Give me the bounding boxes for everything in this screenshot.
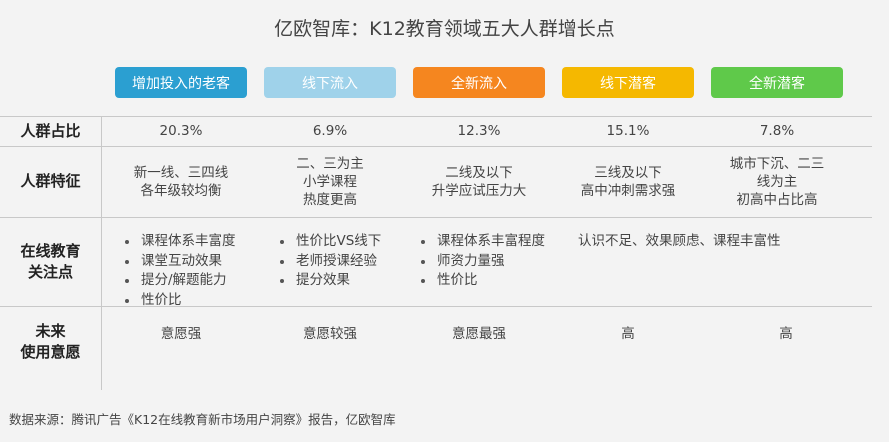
list-item: 性价比: [416, 271, 545, 291]
focus-list: 性价比VS线下 老师授课经验 提分效果: [275, 232, 381, 291]
traits-cell: 三线及以下 高中冲刺需求强: [580, 164, 676, 199]
traits-cell: 新一线、三四线 各年级较均衡: [133, 164, 229, 199]
list-item: 老师授课经验: [275, 252, 381, 272]
segment-header-offline-prospects: 线下潜客: [562, 67, 694, 98]
row-label-share: 人群占比: [20, 121, 81, 140]
share-cell: 6.9%: [312, 123, 348, 139]
traits-cell: 城市下沉、二三 线为主 初高中占比高: [729, 155, 825, 208]
segment-header-new-prospects: 全新潜客: [711, 67, 843, 98]
row-label-traits: 人群特征: [20, 172, 81, 190]
page-title: 亿欧智库：K12教育领域五大人群增长点: [274, 18, 615, 40]
segment-header-new-inflow: 全新流入: [413, 67, 545, 98]
focus-list: 课程体系丰富度 课堂互动效果 提分/解题能力 性价比: [120, 232, 236, 310]
list-item: 提分/解题能力: [120, 271, 236, 291]
intent-cell: 意愿较强: [303, 326, 357, 342]
share-cell: 7.8%: [759, 123, 795, 139]
list-item: 课程体系丰富程度: [416, 232, 545, 252]
share-cell: 15.1%: [606, 123, 650, 139]
share-cell: 20.3%: [159, 123, 203, 139]
row-divider: [0, 217, 872, 218]
list-item: 提分效果: [275, 271, 381, 291]
focus-list: 课程体系丰富程度 师资力量强 性价比: [416, 232, 545, 291]
traits-cell: 二、三为主 小学课程 热度更高: [296, 155, 364, 208]
intent-cell: 高: [621, 326, 635, 342]
segment-header-offline-inflow: 线下流入: [264, 67, 396, 98]
list-item: 课程体系丰富度: [120, 232, 236, 252]
list-item: 师资力量强: [416, 252, 545, 272]
intent-cell: 意愿最强: [452, 326, 506, 342]
source-note: 数据来源：腾讯广告《K12在线教育新市场用户洞察》报告，亿欧智库: [9, 412, 396, 427]
list-item: 课堂互动效果: [120, 252, 236, 272]
list-item: 性价比VS线下: [275, 232, 381, 252]
segment-header-returning-customers: 增加投入的老客: [115, 67, 247, 98]
intent-cell: 意愿强: [160, 326, 202, 342]
intent-cell: 高: [779, 326, 793, 342]
row-label-focus: 在线教育 关注点: [20, 241, 81, 281]
row-label-intent: 未来 使用意愿: [20, 322, 81, 361]
share-cell: 12.3%: [457, 123, 501, 139]
traits-cell: 二线及以下 升学应试压力大: [431, 164, 527, 199]
column-divider: [101, 116, 102, 390]
focus-text: 认识不足、效果顾虑、课程丰富性: [578, 233, 781, 249]
